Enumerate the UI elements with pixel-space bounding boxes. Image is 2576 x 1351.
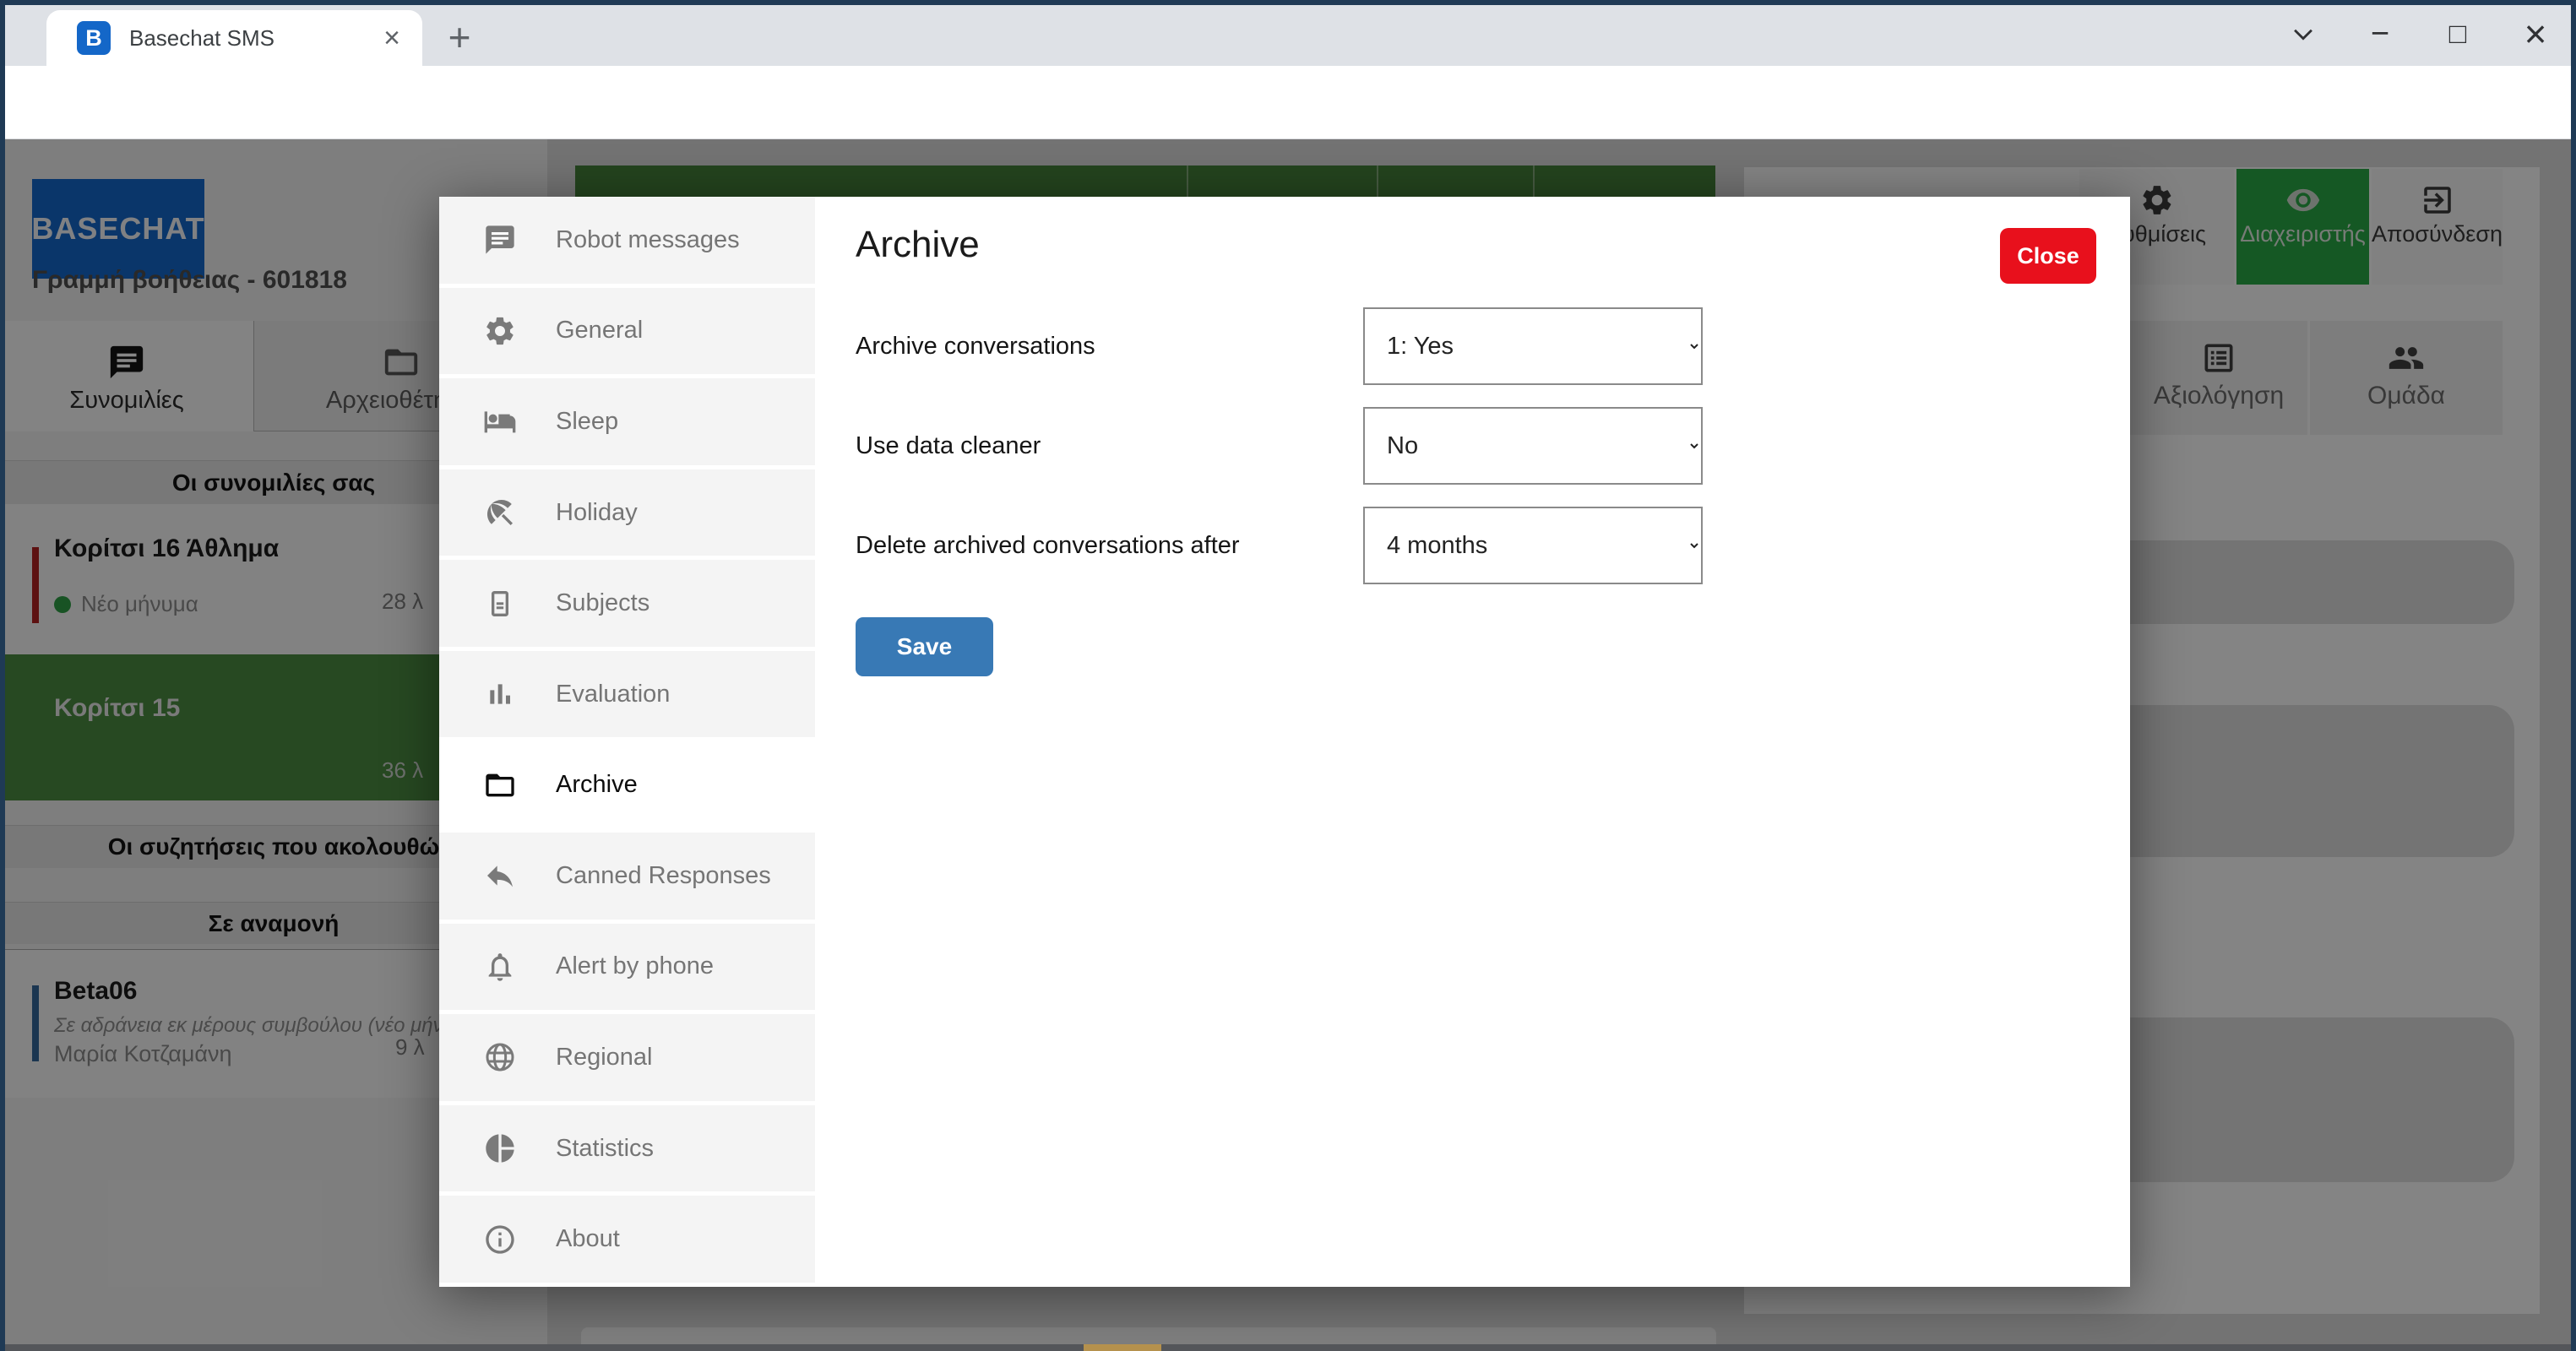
- menu-item-label: Canned Responses: [556, 862, 771, 890]
- bar-chart-icon: [483, 677, 517, 711]
- settings-modal: Robot messages General Sleep Holiday Sub…: [439, 197, 2130, 1287]
- menu-item-subjects[interactable]: Subjects: [439, 560, 815, 651]
- menu-item-label: Alert by phone: [556, 952, 714, 980]
- taskbar-strip: [0, 1344, 2576, 1351]
- menu-item-label: General: [556, 317, 643, 345]
- menu-item-label: Robot messages: [556, 226, 740, 254]
- folder-icon: [483, 768, 517, 802]
- tab-title: Basechat SMS: [129, 25, 383, 52]
- menu-item-label: Holiday: [556, 499, 638, 527]
- browser-tab[interactable]: B Basechat SMS ×: [46, 10, 422, 66]
- archive-conversations-label: Archive conversations: [856, 333, 1362, 361]
- menu-item-robot-messages[interactable]: Robot messages: [439, 197, 815, 288]
- tab-close-icon[interactable]: ×: [383, 24, 400, 52]
- menu-item-regional[interactable]: Regional: [439, 1014, 815, 1105]
- window-frame-left: [0, 0, 5, 1351]
- browser-window: B Basechat SMS × + − □ × ← → smsloho.bas…: [0, 0, 2576, 1351]
- menu-item-canned-responses[interactable]: Canned Responses: [439, 833, 815, 924]
- menu-item-label: Statistics: [556, 1135, 654, 1163]
- pie-chart-icon: [483, 1131, 517, 1165]
- menu-item-general[interactable]: General: [439, 288, 815, 379]
- window-close-button[interactable]: ×: [2515, 7, 2556, 61]
- menu-item-label: About: [556, 1225, 620, 1253]
- use-data-cleaner-label: Use data cleaner: [856, 432, 1362, 460]
- taskbar-app-icon: [1084, 1344, 1161, 1351]
- modal-content: Archive Close Archive conversations 1: Y…: [815, 197, 2130, 1287]
- globe-icon: [483, 1040, 517, 1074]
- menu-item-label: Evaluation: [556, 681, 670, 708]
- bed-icon: [483, 404, 517, 438]
- window-frame-top: [0, 0, 2576, 5]
- save-button[interactable]: Save: [856, 617, 993, 676]
- modal-title: Archive: [856, 224, 980, 266]
- close-button[interactable]: Close: [2000, 228, 2096, 284]
- browser-tab-bar: B Basechat SMS × + − □ ×: [0, 0, 2576, 66]
- menu-item-archive[interactable]: Archive: [439, 741, 815, 833]
- menu-item-label: Regional: [556, 1044, 652, 1072]
- window-maximize-button[interactable]: □: [2437, 7, 2478, 61]
- favicon: B: [77, 21, 111, 55]
- menu-item-alert-by-phone[interactable]: Alert by phone: [439, 924, 815, 1015]
- chat-bubble-icon: [483, 223, 517, 257]
- use-data-cleaner-select[interactable]: No: [1363, 407, 1703, 485]
- window-frame-right: [2571, 0, 2576, 1351]
- menu-item-sleep[interactable]: Sleep: [439, 378, 815, 469]
- modal-menu: Robot messages General Sleep Holiday Sub…: [439, 197, 815, 1287]
- form-row: Delete archived conversations after: [856, 507, 1362, 584]
- form-row: Use data cleaner: [856, 407, 1362, 485]
- menu-item-evaluation[interactable]: Evaluation: [439, 651, 815, 742]
- menu-item-label: Sleep: [556, 408, 618, 436]
- window-chevron-icon[interactable]: [2283, 7, 2323, 61]
- menu-item-label: Subjects: [556, 589, 649, 617]
- menu-item-holiday[interactable]: Holiday: [439, 469, 815, 561]
- bell-icon: [483, 950, 517, 984]
- menu-item-label: Archive: [556, 771, 638, 799]
- beach-umbrella-icon: [483, 496, 517, 529]
- delete-archived-label: Delete archived conversations after: [856, 532, 1362, 560]
- archive-conversations-select[interactable]: 1: Yes: [1363, 307, 1703, 385]
- reply-arrow-icon: [483, 859, 517, 893]
- delete-archived-select[interactable]: 4 months: [1363, 507, 1703, 584]
- menu-item-about[interactable]: About: [439, 1196, 815, 1287]
- document-icon: [483, 587, 517, 621]
- gear-icon: [483, 314, 517, 348]
- form-row: Archive conversations: [856, 307, 1362, 385]
- menu-item-statistics[interactable]: Statistics: [439, 1105, 815, 1196]
- new-tab-button[interactable]: +: [437, 15, 481, 59]
- browser-toolbar: ← → smsloho.basechat.com/BasechatSMS/16_…: [0, 66, 2576, 139]
- info-icon: [483, 1223, 517, 1256]
- window-minimize-button[interactable]: −: [2360, 7, 2400, 61]
